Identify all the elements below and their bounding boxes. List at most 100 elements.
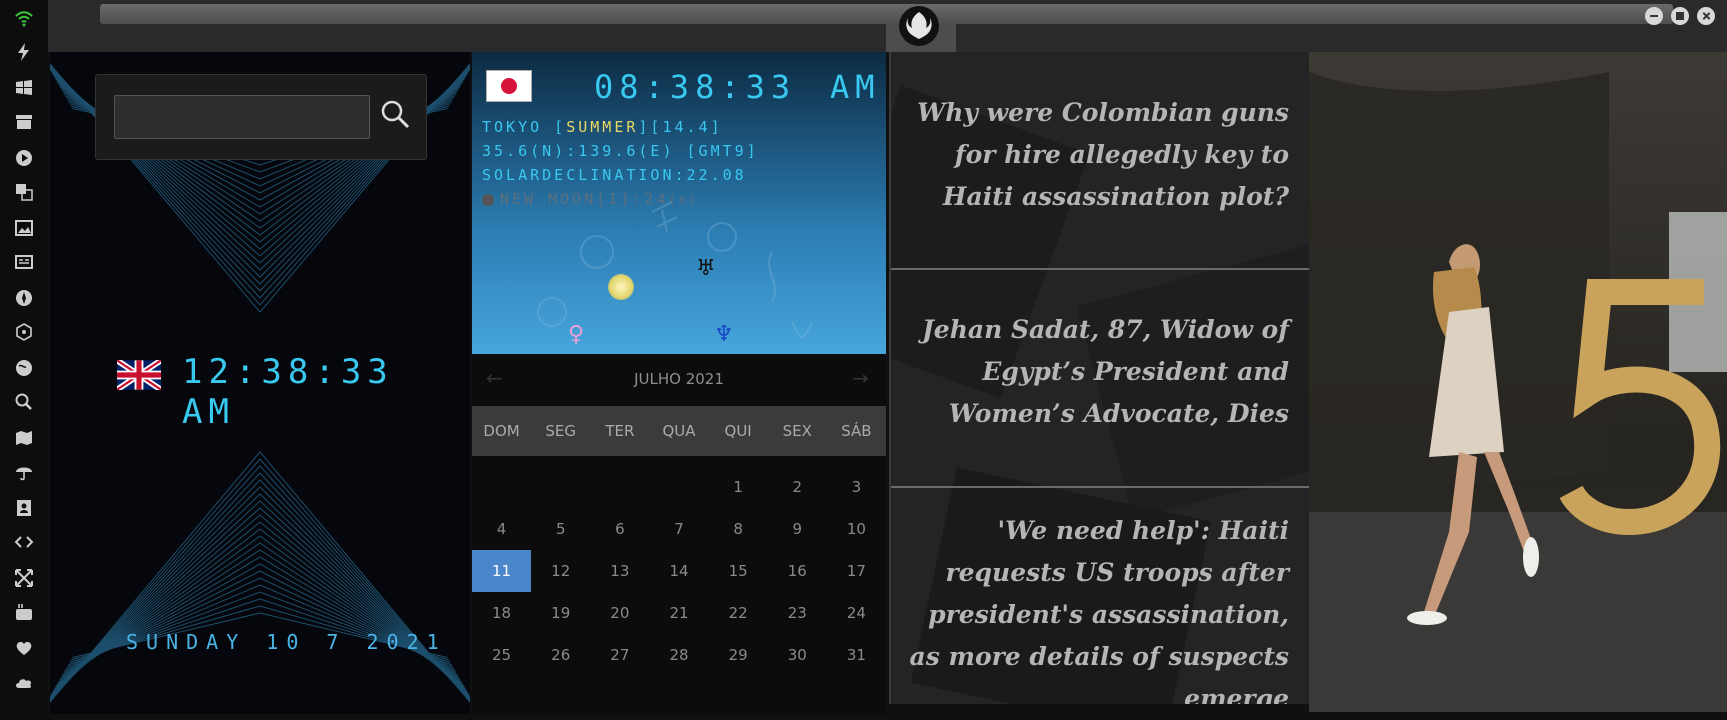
expand-icon[interactable] <box>12 566 36 590</box>
calendar-day[interactable]: 15 <box>709 550 768 592</box>
weekday-header: DOM SEG TER QUA QUI SEX SÁB <box>472 406 886 456</box>
uranus-icon: ♅ <box>696 256 716 281</box>
calendar-week: 123 <box>472 466 886 508</box>
cloud-icon[interactable] <box>12 670 36 694</box>
calendar-grid: 1 2 3 4 5 6 7 8 9 10 11 12 13 14 15 16 17 18 19 20 21 22 23 24 2… <box>472 466 886 676</box>
calendar-week: 11 12 13 14 15 16 17 <box>472 550 886 592</box>
calendar-header: ← JULHO 2021 → <box>472 354 886 404</box>
weekday-label: TER <box>605 422 635 440</box>
search-icon <box>381 100 410 129</box>
news-headline-1[interactable]: Why were Colombian guns for hire alleged… <box>909 92 1289 218</box>
calendar-week: 25 26 27 28 29 30 31 <box>472 634 886 676</box>
calendar-day <box>649 466 708 508</box>
app-sidebar <box>0 0 48 720</box>
news-headline-3[interactable]: 'We need help': Haiti requests US troops… <box>909 510 1289 704</box>
calendar-day[interactable]: 14 <box>649 550 708 592</box>
heart-icon[interactable] <box>12 636 36 660</box>
calendar-day[interactable]: 19 <box>531 592 590 634</box>
calendar-day[interactable]: 20 <box>590 592 649 634</box>
calendar-day[interactable]: 24 <box>827 592 886 634</box>
calendar-day <box>590 466 649 508</box>
calendar-day[interactable]: 4 <box>472 508 531 550</box>
calendar-day[interactable]: 1 <box>709 466 768 508</box>
windows-icon[interactable] <box>12 76 36 100</box>
search-input[interactable] <box>114 95 370 139</box>
search-icon[interactable] <box>12 390 36 414</box>
tokyo-clock-panel: 08:38:33 AM TOKYO [SUMMER][14.4] 35.6(N)… <box>472 52 886 354</box>
wifi-icon[interactable] <box>12 6 36 30</box>
calendar-day[interactable]: 17 <box>827 550 886 592</box>
calendar-day[interactable]: 16 <box>768 550 827 592</box>
code-icon[interactable] <box>12 530 36 554</box>
calendar-day[interactable]: 27 <box>590 634 649 676</box>
news-panel: Why were Colombian guns for hire alleged… <box>889 52 1309 704</box>
calendar-day[interactable]: 29 <box>709 634 768 676</box>
rebel-alliance-icon[interactable] <box>899 6 939 46</box>
calendar-day[interactable]: 18 <box>472 592 531 634</box>
translate-icon[interactable] <box>12 180 36 204</box>
minimize-button[interactable] <box>1645 7 1663 25</box>
map-icon[interactable] <box>12 426 36 450</box>
calendar-day[interactable]: 13 <box>590 550 649 592</box>
play-icon[interactable] <box>12 146 36 170</box>
weekday-label: SEG <box>545 422 577 440</box>
image-icon[interactable] <box>12 216 36 240</box>
calendar-day <box>472 466 531 508</box>
calendar-day[interactable]: 23 <box>768 592 827 634</box>
sun-icon <box>608 274 634 300</box>
calendar-day[interactable]: 26 <box>531 634 590 676</box>
title-strip[interactable] <box>100 4 1673 24</box>
calendar-day[interactable]: 5 <box>531 508 590 550</box>
next-month-button[interactable]: → <box>852 366 869 390</box>
calendar-day-selected[interactable]: 11 <box>472 550 532 592</box>
calendar-week: 18 19 20 21 22 23 24 <box>472 592 886 634</box>
venus-icon: ♀ <box>568 322 585 347</box>
youtube-icon[interactable] <box>12 600 36 624</box>
calendar-day[interactable]: 10 <box>827 508 886 550</box>
contacts-icon[interactable] <box>12 496 36 520</box>
search-button[interactable] <box>378 97 412 131</box>
calendar-day[interactable]: 3 <box>827 466 886 508</box>
jedi-icon[interactable] <box>12 286 36 310</box>
umbrella-icon[interactable] <box>12 460 36 484</box>
calendar-day[interactable]: 2 <box>768 466 827 508</box>
maximize-button[interactable] <box>1671 7 1689 25</box>
search-box <box>95 74 427 160</box>
neptune-icon: ♆ <box>714 322 734 347</box>
uk-flag-icon <box>117 360 161 390</box>
flash-icon[interactable] <box>12 40 36 64</box>
calendar-day[interactable]: 21 <box>649 592 708 634</box>
calendar-day <box>531 466 590 508</box>
world-clock-panel: 12:38:33 AM SUNDAY 10 7 2021 <box>50 52 470 714</box>
calendar-day[interactable]: 7 <box>649 508 708 550</box>
news-divider <box>891 486 1309 488</box>
title-bar <box>48 0 1727 52</box>
calendar-day[interactable]: 8 <box>709 508 768 550</box>
calendar-day[interactable]: 28 <box>649 634 708 676</box>
calendar-day[interactable]: 25 <box>472 634 531 676</box>
calendar-day[interactable]: 9 <box>768 508 827 550</box>
archive-icon[interactable] <box>12 110 36 134</box>
news-headline-2[interactable]: Jehan Sadat, 87, Widow of Egypt’s Presid… <box>909 309 1289 435</box>
calendar-day[interactable]: 6 <box>590 508 649 550</box>
close-button[interactable] <box>1697 7 1715 25</box>
weekday-label: SÁB <box>841 422 872 440</box>
weekday-label: QUI <box>724 422 752 440</box>
calendar-week: 4 5 6 7 8 9 10 <box>472 508 886 550</box>
calendar-title: JULHO 2021 <box>634 370 724 388</box>
atom-icon[interactable] <box>12 320 36 344</box>
news-divider <box>891 268 1309 270</box>
news-icon[interactable] <box>12 250 36 274</box>
fashion-photo: 5 <box>1309 52 1727 712</box>
weekday-label: DOM <box>483 422 520 440</box>
calendar: ← JULHO 2021 → DOM SEG TER QUA QUI SEX SÁB 123… <box>472 354 886 714</box>
calendar-day[interactable]: 31 <box>827 634 886 676</box>
calendar-day[interactable]: 12 <box>531 550 590 592</box>
uk-time: 12:38:33 AM <box>182 352 394 432</box>
globe-icon[interactable] <box>12 356 36 380</box>
calendar-day[interactable]: 22 <box>709 592 768 634</box>
zodiac-background <box>537 201 813 338</box>
calendar-day[interactable]: 30 <box>768 634 827 676</box>
uk-date: SUNDAY 10 7 2021 <box>126 630 447 654</box>
weekday-label: SEX <box>782 422 812 440</box>
